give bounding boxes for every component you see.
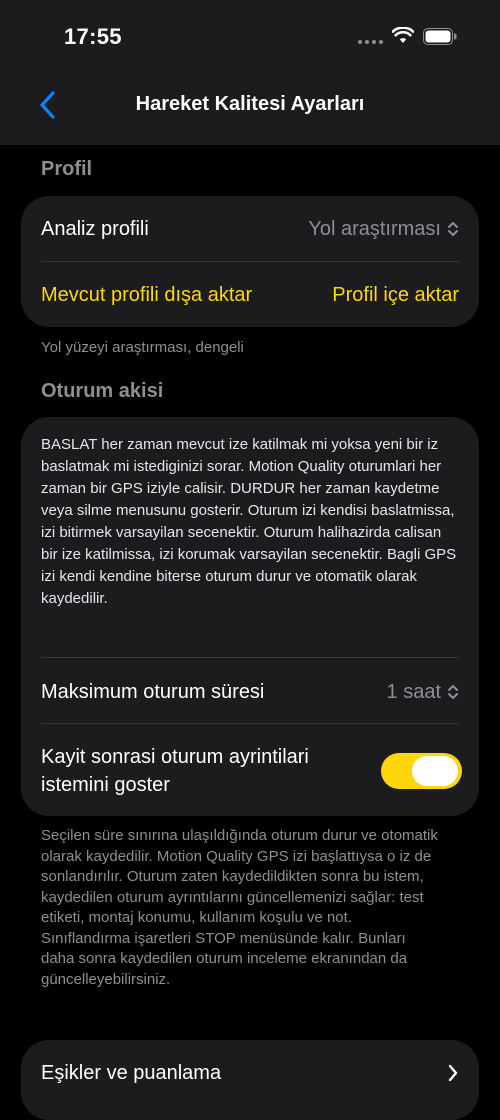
session-footnote: Seçilen süre sınırına ulaşıldığında otur… [41, 827, 438, 988]
chevron-up-down-icon [448, 222, 458, 236]
wifi-icon [392, 27, 414, 43]
navigation-bar: Hareket Kalitesi Ayarları [0, 75, 500, 145]
profile-section-title: Profil [41, 158, 93, 180]
thresholds-card[interactable]: Eşikler ve puanlama [21, 1040, 479, 1120]
profile-actions-row: Mevcut profili dışa aktar Profil içe akt… [41, 278, 459, 312]
details-prompt-label: Kayit sonrasi oturum ayrintilari istemin… [41, 746, 309, 796]
session-description: BASLAT her zaman mevcut ize katilmak mi … [41, 436, 457, 607]
analysis-profile-label: Analiz profili [41, 217, 149, 240]
toggle-knob [412, 756, 458, 786]
profile-card: Analiz profili Yol araştırması Mevcut pr… [21, 196, 479, 327]
export-profile-button[interactable]: Mevcut profili dışa aktar [41, 284, 252, 307]
analysis-profile-picker[interactable]: Yol araştırması [308, 218, 459, 241]
max-duration-row[interactable]: Maksimum oturum süresi 1 saat [41, 675, 459, 709]
page-title: Hareket Kalitesi Ayarları [135, 93, 365, 115]
analysis-profile-row[interactable]: Analiz profili Yol araştırması [41, 212, 459, 246]
thresholds-row[interactable]: Eşikler ve puanlama [41, 1058, 459, 1088]
chevron-right-icon [448, 1064, 458, 1082]
import-profile-button[interactable]: Profil içe aktar [332, 284, 459, 307]
max-duration-value: 1 saat [386, 680, 441, 703]
max-duration-picker[interactable]: 1 saat [387, 681, 459, 704]
cellular-signal-icon [358, 40, 383, 44]
chevron-up-down-icon [448, 685, 458, 699]
details-prompt-toggle[interactable] [381, 753, 462, 789]
divider [41, 723, 459, 724]
status-time: 17:55 [64, 24, 122, 49]
analysis-profile-value: Yol araştırması [308, 217, 441, 240]
max-duration-label: Maksimum oturum süresi [41, 680, 265, 703]
divider [41, 261, 459, 262]
battery-icon [423, 28, 457, 45]
divider [41, 657, 459, 658]
profile-footnote: Yol yüzeyi araştırması, dengeli [41, 339, 244, 356]
status-bar: 17:55 [0, 0, 500, 75]
thresholds-label: Eşikler ve puanlama [41, 1061, 222, 1084]
session-section-title: Oturum akisi [41, 380, 164, 402]
session-card: BASLAT her zaman mevcut ize katilmak mi … [21, 417, 479, 816]
